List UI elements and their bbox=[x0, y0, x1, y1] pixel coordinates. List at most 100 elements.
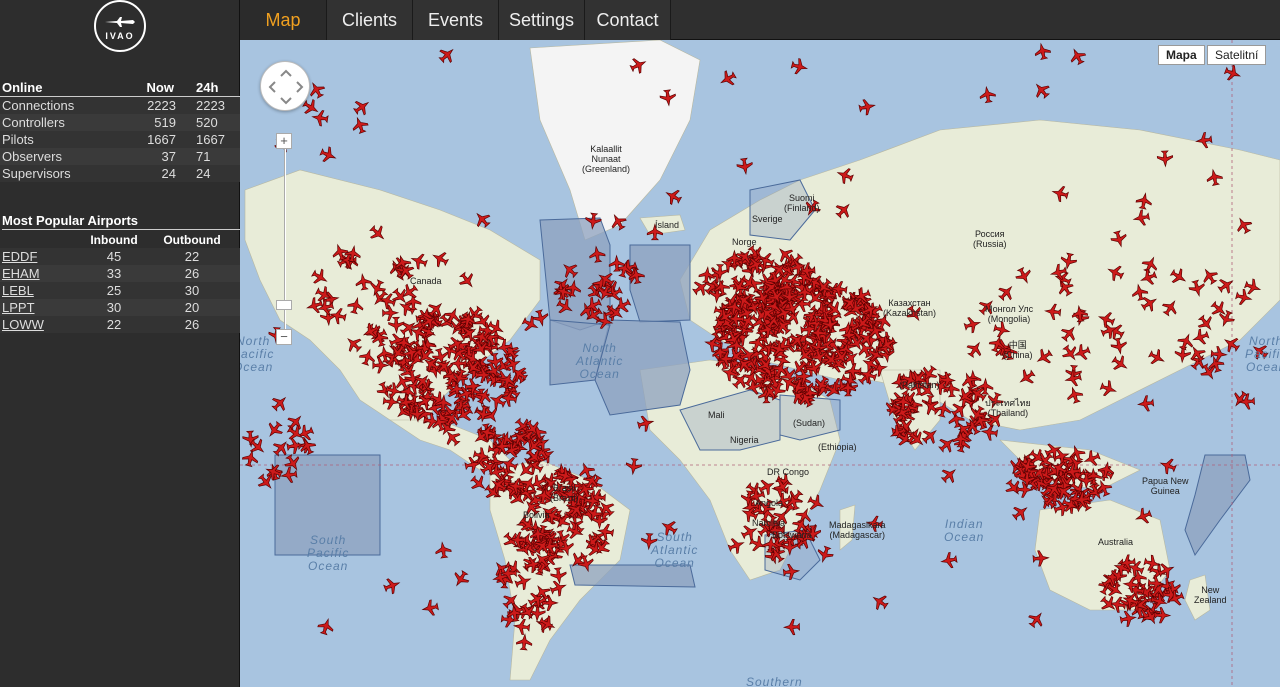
online-header-row: Online Now 24h bbox=[0, 79, 240, 97]
day-header: 24h bbox=[184, 79, 240, 97]
aircraft-icon[interactable] bbox=[1158, 456, 1178, 476]
label-sweden: Sverige bbox=[752, 214, 783, 224]
aircraft-icon[interactable] bbox=[269, 392, 291, 414]
aircraft-icon[interactable] bbox=[1223, 63, 1243, 83]
aircraft-icon[interactable] bbox=[350, 115, 370, 135]
aircraft-icon[interactable] bbox=[940, 551, 958, 569]
aircraft-icon[interactable] bbox=[858, 98, 876, 116]
aircraft-icon[interactable] bbox=[318, 145, 338, 165]
table-row: Controllers 519 520 bbox=[0, 113, 240, 131]
online-header: Online bbox=[0, 79, 124, 97]
inbound-count: 22 bbox=[84, 316, 144, 333]
aircraft-icon[interactable] bbox=[869, 591, 890, 612]
tab-clients[interactable]: Clients bbox=[327, 0, 413, 40]
app-root: IVAO Online Now 24h Connections 2223 222… bbox=[0, 0, 1280, 687]
zoom-in-button[interactable]: + bbox=[276, 133, 292, 149]
label-brazil: Brasil (Brazil) bbox=[550, 483, 579, 503]
label-north-pacific-right: NorthPacificOcean bbox=[1245, 334, 1280, 374]
airport-link[interactable]: LPPT bbox=[2, 300, 35, 315]
label-ethiopia: (Ethiopia) bbox=[818, 442, 857, 452]
aircraft-icon[interactable] bbox=[450, 568, 471, 589]
outbound-count: 26 bbox=[144, 265, 240, 282]
aircraft-icon[interactable] bbox=[1003, 477, 1025, 499]
label-finland: Suomi (Finland) bbox=[784, 193, 820, 213]
tab-map[interactable]: Map bbox=[240, 0, 327, 40]
aircraft-icon[interactable] bbox=[1154, 607, 1172, 624]
aircraft-icon[interactable] bbox=[1010, 502, 1032, 524]
airport-link[interactable]: EHAM bbox=[2, 266, 40, 281]
aircraft-icon[interactable] bbox=[625, 458, 643, 476]
aircraft-icon[interactable] bbox=[663, 186, 684, 207]
aircraft-icon[interactable] bbox=[311, 109, 329, 127]
label-png: Papua New Guinea bbox=[1142, 476, 1189, 496]
tab-events[interactable]: Events bbox=[413, 0, 499, 40]
label-sudan: (Sudan) bbox=[793, 418, 826, 428]
label-south-pacific: South Pacific Ocean bbox=[307, 533, 350, 573]
top-nav: Map Clients Events Settings Contact bbox=[240, 0, 1280, 40]
tab-settings[interactable]: Settings bbox=[499, 0, 585, 40]
aircraft-icon[interactable] bbox=[382, 576, 402, 596]
stat-label: Connections bbox=[0, 96, 124, 114]
aircraft-icon[interactable] bbox=[790, 57, 809, 76]
airport-code-header bbox=[0, 232, 84, 248]
aircraft-icon[interactable] bbox=[241, 449, 260, 468]
aircraft-icon[interactable] bbox=[351, 96, 372, 117]
world-map[interactable]: Kalaallit Nunaat (Greenland) Ísland Canada… bbox=[240, 40, 1280, 687]
airport-link[interactable]: EDDF bbox=[2, 249, 37, 264]
outbound-count: 26 bbox=[144, 316, 240, 333]
label-north-pacific-left: NorthPacificOcean bbox=[240, 334, 275, 374]
aircraft-icon[interactable] bbox=[1136, 395, 1155, 412]
aircraft-icon[interactable] bbox=[435, 541, 452, 559]
inbound-count: 45 bbox=[84, 248, 144, 265]
aircraft-icon[interactable] bbox=[421, 599, 439, 617]
stat-now: 2223 bbox=[124, 96, 184, 114]
outbound-count: 20 bbox=[144, 299, 240, 316]
table-row: Observers 37 71 bbox=[0, 147, 240, 165]
label-angola: Angola bbox=[755, 498, 784, 508]
stat-now: 37 bbox=[124, 147, 184, 165]
label-indian-ocean: Indian Ocean bbox=[944, 517, 985, 544]
aircraft-icon[interactable] bbox=[316, 617, 335, 636]
ivao-logo[interactable]: IVAO bbox=[94, 0, 146, 52]
label-pakistan: (Pakistan) bbox=[899, 380, 940, 390]
aircraft-icon[interactable] bbox=[468, 473, 490, 495]
table-row: Connections 2223 2223 bbox=[0, 96, 240, 114]
label-southern-ocean: Southern bbox=[746, 675, 803, 687]
aircraft-icon[interactable] bbox=[1026, 609, 1048, 631]
tab-contact[interactable]: Contact bbox=[585, 0, 671, 40]
map-type-map-button[interactable]: Mapa bbox=[1158, 45, 1205, 65]
zoom-out-button[interactable]: − bbox=[276, 329, 292, 345]
popular-airports-table: Inbound Outbound EDDF 45 22 EHAM 33 26 L… bbox=[0, 232, 240, 333]
label-kazakhstan: Казахстан (Kazakhstan) bbox=[883, 298, 937, 318]
aircraft-icon[interactable] bbox=[436, 44, 458, 66]
aircraft-icon[interactable] bbox=[717, 68, 738, 89]
airport-link[interactable]: LEBL bbox=[2, 283, 34, 298]
label-north-atlantic: North Atlantic Ocean bbox=[576, 341, 624, 381]
table-row: Supervisors 24 24 bbox=[0, 164, 240, 182]
aircraft-icon[interactable] bbox=[736, 157, 753, 176]
aircraft-icon[interactable] bbox=[979, 85, 997, 104]
airplane-logo-icon bbox=[105, 17, 135, 27]
label-mali: Mali bbox=[708, 410, 725, 420]
label-botswana: Botswana bbox=[772, 530, 812, 540]
map-type-satellite-button[interactable]: Satelitní bbox=[1207, 45, 1267, 65]
now-header: Now bbox=[124, 79, 184, 97]
stat-now: 24 bbox=[124, 164, 184, 182]
airport-code-cell: EHAM bbox=[0, 265, 84, 282]
airport-link[interactable]: LOWW bbox=[2, 317, 44, 332]
zoom-slider-handle[interactable] bbox=[276, 300, 292, 310]
aircraft-icon[interactable] bbox=[1067, 46, 1088, 67]
outbound-count: 22 bbox=[144, 248, 240, 265]
label-bolivia: Bolivia bbox=[523, 510, 550, 520]
aircraft-icon[interactable] bbox=[264, 419, 286, 441]
label-south-atlantic: South Atlantic Ocean bbox=[651, 530, 699, 570]
table-row: EDDF 45 22 bbox=[0, 248, 240, 265]
label-namibia: Namibia bbox=[752, 518, 786, 528]
aircraft-icon[interactable] bbox=[782, 618, 800, 636]
map-canvas[interactable] bbox=[240, 40, 1280, 687]
pan-control[interactable] bbox=[260, 61, 310, 111]
aircraft-icon[interactable] bbox=[939, 464, 961, 486]
aircraft-icon[interactable] bbox=[1031, 79, 1053, 101]
stat-day: 1667 bbox=[184, 130, 240, 148]
aircraft-icon[interactable] bbox=[1033, 42, 1052, 61]
